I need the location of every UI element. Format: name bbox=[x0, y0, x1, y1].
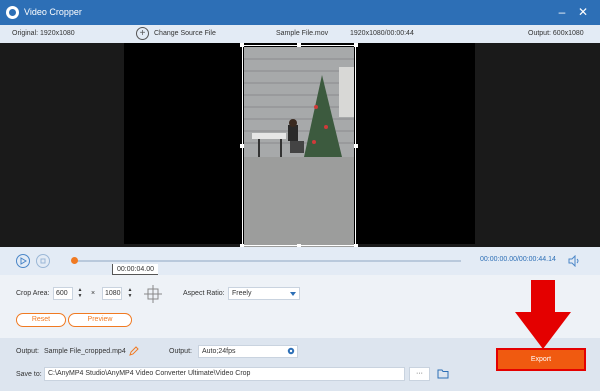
crop-area-label: Crop Area: bbox=[16, 290, 50, 297]
save-path-field[interactable]: C:\AnyMP4 Studio\AnyMP4 Video Converter … bbox=[44, 367, 405, 381]
edit-icon[interactable] bbox=[129, 346, 139, 356]
timeline-playhead[interactable] bbox=[71, 257, 78, 264]
playback-controls: 00:00:00.00/00:00:44.14 bbox=[0, 247, 600, 275]
stop-icon bbox=[40, 258, 46, 264]
crop-times-sign: × bbox=[91, 290, 96, 297]
arrow-down-icon bbox=[515, 280, 571, 349]
output-bar: Output: Sample File_cropped.mp4 Output: … bbox=[0, 338, 600, 391]
reset-button[interactable]: Reset bbox=[16, 313, 66, 327]
crop-handle[interactable] bbox=[354, 144, 358, 148]
crop-height-stepper[interactable]: ▲ ▼ bbox=[126, 287, 134, 300]
video-viewer bbox=[0, 43, 600, 287]
minimize-icon[interactable]: – bbox=[555, 5, 569, 19]
crop-width-stepper[interactable]: ▲ ▼ bbox=[76, 287, 84, 300]
close-icon[interactable]: ✕ bbox=[576, 5, 590, 19]
gear-icon[interactable] bbox=[286, 346, 296, 356]
source-file-meta: 1920x1080/00:00:44 bbox=[350, 30, 414, 37]
crop-width-input[interactable]: 600 bbox=[53, 287, 73, 300]
crop-settings: Crop Area: 600 ▲ ▼ × 1080 ▲ ▼ Aspect Ratio… bbox=[0, 275, 600, 338]
aspect-ratio-select[interactable]: Freely bbox=[228, 287, 300, 300]
source-file-name: Sample File.mov bbox=[276, 30, 329, 37]
output-format-field[interactable]: Auto;24fps bbox=[198, 345, 298, 358]
aspect-ratio-value: Freely bbox=[232, 290, 252, 297]
crop-handle[interactable] bbox=[354, 43, 358, 47]
timeline-track[interactable] bbox=[74, 260, 461, 262]
info-bar: Original: 1920x1080 + Change Source File… bbox=[0, 25, 600, 43]
chevron-down-icon bbox=[290, 292, 296, 296]
output-label: Output: bbox=[16, 348, 39, 355]
stop-button[interactable] bbox=[36, 254, 50, 268]
browse-button[interactable]: ··· bbox=[409, 367, 430, 381]
title-bar: Video Cropper – ✕ bbox=[0, 0, 600, 25]
crop-handle[interactable] bbox=[297, 43, 301, 47]
folder-icon[interactable] bbox=[437, 368, 449, 379]
export-button[interactable]: Export bbox=[496, 348, 586, 371]
output-format-label: Output: bbox=[169, 348, 192, 355]
volume-icon[interactable] bbox=[568, 255, 580, 267]
play-button[interactable] bbox=[16, 254, 30, 268]
output-file-name: Sample File_cropped.mp4 bbox=[44, 348, 126, 355]
time-display: 00:00:00.00/00:00:44.14 bbox=[480, 256, 556, 263]
aspect-ratio-label: Aspect Ratio: bbox=[183, 290, 225, 297]
app-logo-icon bbox=[6, 6, 19, 19]
crop-height-input[interactable]: 1080 bbox=[102, 287, 122, 300]
add-source-icon[interactable]: + bbox=[136, 27, 149, 40]
preview-button[interactable]: Preview bbox=[68, 313, 132, 327]
crop-selection-box[interactable] bbox=[240, 43, 358, 248]
play-icon bbox=[20, 257, 27, 265]
timeline-marker-time: 00:00:04.00 bbox=[112, 264, 158, 275]
save-to-label: Save to: bbox=[16, 371, 42, 378]
center-crop-icon[interactable] bbox=[144, 285, 162, 303]
change-source-button[interactable]: Change Source File bbox=[154, 30, 216, 37]
window-title: Video Cropper bbox=[24, 7, 82, 17]
crop-handle[interactable] bbox=[240, 144, 244, 148]
crop-handle[interactable] bbox=[240, 43, 244, 47]
output-resolution: Output: 600x1080 bbox=[528, 30, 584, 37]
original-resolution: Original: 1920x1080 bbox=[12, 30, 75, 37]
